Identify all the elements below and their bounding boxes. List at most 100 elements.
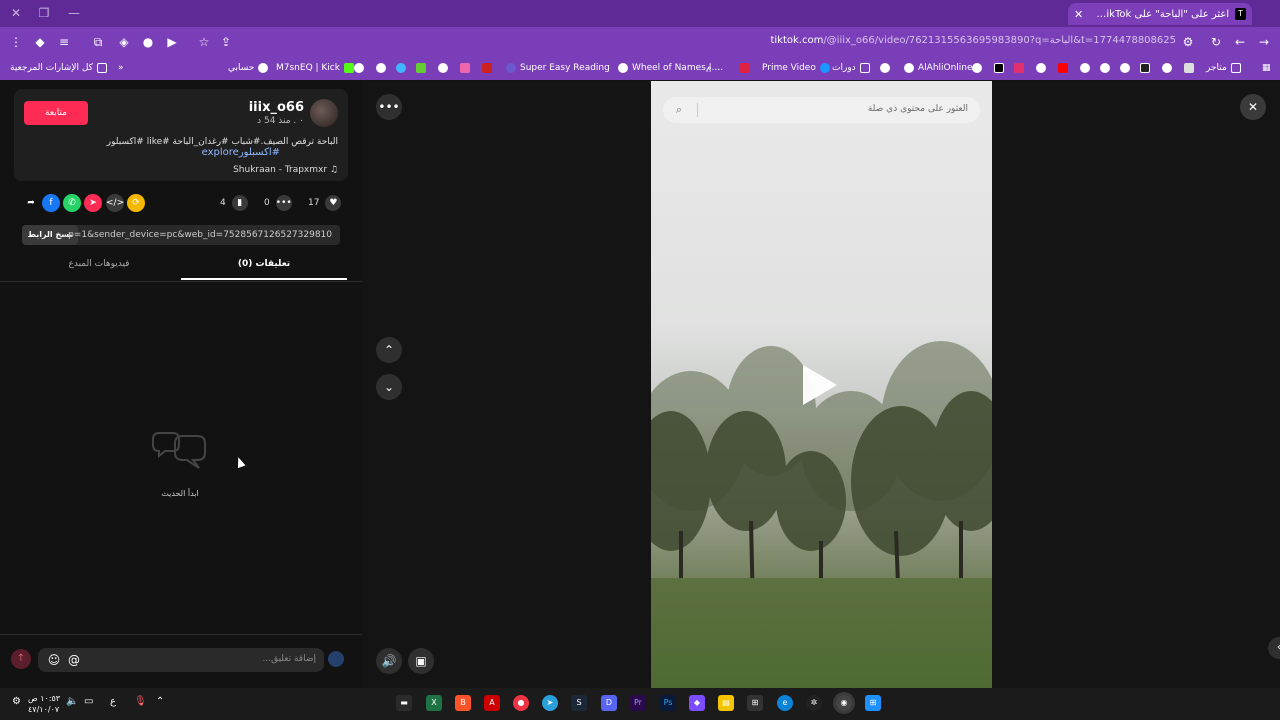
bookmarks-overflow-icon[interactable]: » <box>118 61 124 75</box>
playlist-icon[interactable]: ≡ <box>56 34 72 50</box>
telegram-app-icon[interactable]: ➤ <box>542 695 558 711</box>
tiktok-share-icon[interactable]: ➤ <box>84 194 102 212</box>
bookmark-youtube[interactable] <box>1058 61 1068 75</box>
share-page-icon[interactable]: ⇪ <box>218 34 234 50</box>
edge-app-icon[interactable]: e <box>777 695 793 711</box>
photoshop-app-icon[interactable]: Ps <box>660 695 676 711</box>
bookmark-tiktok[interactable] <box>994 61 1004 75</box>
windows-start-icon[interactable]: ⊞ <box>865 695 881 711</box>
bookmark-icon-5[interactable] <box>438 61 448 75</box>
tray-overflow-icon[interactable]: ⌃ <box>156 696 164 707</box>
bookmark-courses[interactable]: دورات <box>832 61 870 75</box>
network-icon[interactable]: ▭ <box>84 696 93 707</box>
bookmark-star-icon[interactable]: ☆ <box>196 34 212 50</box>
bookmark-icon-13[interactable] <box>1100 61 1110 75</box>
language-indicator[interactable]: ع <box>110 696 116 707</box>
more-options-icon[interactable]: ••• <box>376 94 402 120</box>
bookmark-my-account[interactable]: حسابي <box>228 61 269 75</box>
bookmark-icon-14[interactable] <box>1120 61 1130 75</box>
chatgpt-app-icon[interactable]: ✲ <box>806 695 822 711</box>
editor-app-icon[interactable]: ◆ <box>689 695 705 711</box>
bookmark-alahli[interactable]: AlAhliOnline <box>904 61 973 75</box>
extension-icon[interactable]: ◆ <box>32 34 48 50</box>
bookmark-icon-9[interactable] <box>880 61 890 75</box>
emoji-icon[interactable]: ☺ <box>46 652 62 668</box>
bookmark-icon-8[interactable] <box>740 61 750 75</box>
search-icon[interactable]: ⌕ <box>671 102 687 118</box>
bookmark-icon-11[interactable] <box>1036 61 1046 75</box>
post-music[interactable]: Shukraan - Trapxmxr ♫ <box>233 165 338 175</box>
facebook-icon[interactable]: f <box>42 194 60 212</box>
bookmark-icon-12[interactable] <box>1080 61 1090 75</box>
bookmark-icon-3[interactable] <box>396 61 406 75</box>
steam-app-icon[interactable]: S <box>571 695 587 711</box>
forward-icon[interactable]: ← <box>1232 34 1248 50</box>
browser-tab-active[interactable]: T اعثر على "الباحة" على TikTok | بحـ ✕ <box>1068 3 1252 25</box>
bookmark-icon-10[interactable] <box>972 61 982 75</box>
bookmark-icon-4[interactable] <box>416 61 426 75</box>
likes-stat[interactable]: 17 ♥ <box>308 195 342 211</box>
adobe-app-icon[interactable]: A <box>484 695 500 711</box>
discord-app-icon[interactable]: D <box>601 695 617 711</box>
brave-app-icon[interactable]: B <box>455 695 471 711</box>
reload-icon[interactable]: ↻ <box>1208 34 1224 50</box>
minimize-window-icon[interactable]: — <box>66 5 82 21</box>
bookmark-icon-1[interactable] <box>354 61 364 75</box>
excel-app-icon[interactable]: X <box>426 695 442 711</box>
bookmark-icon-7[interactable] <box>482 61 492 75</box>
extensions-puzzle-icon[interactable]: ⧉ <box>90 34 106 50</box>
file-explorer-icon[interactable]: ▤ <box>718 695 734 711</box>
microphone-icon[interactable]: 🎙 <box>134 696 147 707</box>
restore-window-icon[interactable]: ❐ <box>36 5 52 21</box>
share-icon[interactable]: ➦ <box>22 194 40 212</box>
bookmark-prime-video[interactable]: Prime Video <box>762 61 830 75</box>
bookmark-m[interactable]: م... <box>706 61 720 75</box>
comments-stat[interactable]: 0 ••• <box>264 195 292 211</box>
saves-stat[interactable]: 4 ▮ <box>220 195 248 211</box>
profile-extension-icon[interactable]: ● <box>140 34 156 50</box>
whatsapp-icon[interactable]: ✆ <box>63 194 81 212</box>
bookmark-icon-2[interactable] <box>376 61 386 75</box>
send-comment-button[interactable]: ↑ <box>11 649 31 669</box>
bookmark-kick[interactable]: M7snEQ | Kick <box>276 61 354 75</box>
picture-in-picture-icon[interactable]: ▣ <box>408 648 434 674</box>
bookmark-icon-15[interactable] <box>1140 61 1150 75</box>
mention-icon[interactable]: @ <box>66 652 82 668</box>
bookmark-stores[interactable]: متاجر <box>1206 61 1241 75</box>
apps-grid-icon[interactable]: ▦ <box>1262 61 1271 75</box>
video-player[interactable]: ⌕ العثور على محتوى ذي صلة <box>651 81 992 688</box>
bookmark-all[interactable]: كل الإشارات المرجعية <box>10 61 107 75</box>
volume-icon[interactable]: 🔊 <box>376 648 402 674</box>
play-icon[interactable] <box>803 365 837 405</box>
weather-icon[interactable]: ⚙ <box>12 696 21 707</box>
previous-video-icon[interactable]: ⌃ <box>376 337 402 363</box>
bookmark-super-easy-reading[interactable]: Super Easy Reading <box>506 61 610 75</box>
video-search-input[interactable]: ⌕ العثور على محتوى ذي صلة <box>663 97 980 123</box>
store-app-icon[interactable]: ⊞ <box>747 695 763 711</box>
tab-close-icon[interactable]: ✕ <box>1074 8 1083 21</box>
back-icon[interactable]: → <box>1256 34 1272 50</box>
author-avatar[interactable] <box>310 99 338 127</box>
url-field[interactable]: tiktok.com/@iiix_o66/video/7621315563695… <box>770 35 1176 46</box>
bookmark-icon-6[interactable] <box>460 61 470 75</box>
bookmark-instagram[interactable] <box>1014 61 1024 75</box>
post-hashtags[interactable]: #اكسبلورexplore <box>202 147 280 158</box>
terminal-app-icon[interactable]: ▬ <box>396 695 412 711</box>
brave-icon[interactable]: ◈ <box>116 34 132 50</box>
bookmark-icon-17[interactable] <box>1184 61 1194 75</box>
embed-code-icon[interactable]: </> <box>106 194 124 212</box>
menu-kebab-icon[interactable]: ⋮ <box>8 34 24 50</box>
bookmark-icon-16[interactable] <box>1162 61 1172 75</box>
premiere-app-icon[interactable]: Pr <box>630 695 646 711</box>
share-link-text[interactable]: ...p=1&sender_device=pc&web_id=752856712… <box>60 230 332 240</box>
youtube-icon[interactable]: ▶ <box>164 34 180 50</box>
repost-icon[interactable]: ⟳ <box>127 194 145 212</box>
author-username[interactable]: iiix_o66 <box>249 100 304 115</box>
tab-creator-videos[interactable]: فيديوهات المبدع <box>16 259 182 269</box>
chrome-app-icon[interactable]: ◉ <box>836 695 852 711</box>
system-clock[interactable]: ١٠:٥٣ ص ٤٧/١٠/٠٧ <box>28 693 60 715</box>
side-collapse-icon[interactable]: ‹ <box>1268 637 1280 659</box>
close-video-icon[interactable]: ✕ <box>1240 94 1266 120</box>
next-video-icon[interactable]: ⌄ <box>376 374 402 400</box>
close-window-icon[interactable]: ✕ <box>8 5 24 21</box>
